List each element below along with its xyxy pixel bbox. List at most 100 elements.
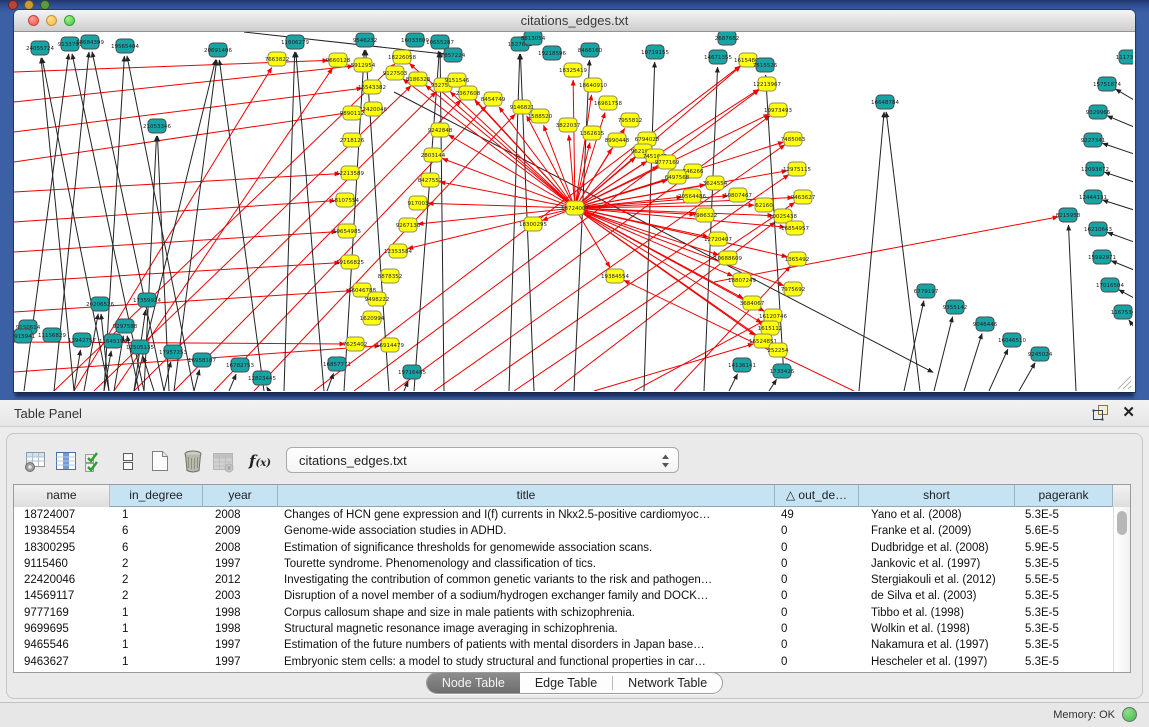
graph-node[interactable]: 7975692 [781, 282, 806, 296]
graph-node[interactable]: 16046510 [998, 333, 1026, 347]
graph-node[interactable]: 7986322 [693, 208, 718, 222]
graph-node[interactable]: 2687682 [715, 32, 740, 45]
graph-node[interactable]: 1365492 [785, 252, 810, 266]
graph-node[interactable]: 7485063 [781, 132, 806, 146]
tab-edge-table[interactable]: Edge Table [520, 673, 612, 693]
graph-node[interactable]: 8878352 [378, 269, 403, 283]
table-row[interactable]: 911546021997Tourette syndrome. Phenomeno… [14, 556, 1113, 572]
graph-node[interactable]: 9151546 [445, 73, 470, 87]
column-header-6[interactable]: pagerank [1015, 485, 1113, 507]
table-source-select[interactable]: citations_edges.txt [286, 447, 679, 473]
window-titlebar[interactable]: citations_edges.txt [14, 10, 1135, 32]
resize-grip-icon[interactable] [1118, 376, 1131, 389]
memory-ok-indicator[interactable] [1122, 707, 1137, 722]
graph-node[interactable]: 9463627 [791, 190, 816, 204]
graph-node[interactable]: 12720407 [704, 232, 732, 246]
graph-node[interactable]: 15751874 [1093, 77, 1121, 91]
graph-node[interactable]: 14136141 [728, 358, 756, 372]
graph-node[interactable]: 9242848 [428, 123, 453, 137]
show-columns-icon[interactable] [51, 446, 81, 476]
graph-node[interactable]: 9046446 [973, 317, 998, 331]
close-panel-icon[interactable]: ✕ [1122, 403, 1135, 421]
graph-node[interactable]: 10719155 [641, 45, 669, 59]
graph-node[interactable]: 16958107 [188, 353, 216, 367]
table-row[interactable]: 946554611997Estimation of the future num… [14, 637, 1113, 653]
graph-node[interactable]: 1588520 [528, 109, 553, 123]
graph-node[interactable]: 7857224 [441, 48, 466, 62]
graph-node[interactable]: 9146821 [510, 100, 535, 114]
column-header-3[interactable]: title [278, 485, 775, 507]
graph-node[interactable]: 10688609 [714, 251, 742, 265]
table-row[interactable]: 946362711997Embryonic stem cells: a mode… [14, 654, 1113, 670]
column-header-5[interactable]: short [859, 485, 1015, 507]
tab-network-table[interactable]: Network Table [613, 673, 722, 693]
graph-node[interactable]: 3822037 [556, 118, 581, 132]
graph-node[interactable]: 2367608 [456, 86, 481, 100]
table-mode-icon[interactable] [21, 446, 51, 476]
graph-node[interactable]: 12444131 [1079, 190, 1107, 204]
graph-node[interactable]: 19166825 [336, 255, 364, 269]
graph-node[interactable]: 12213589 [336, 166, 364, 180]
graph-node[interactable]: 917003 [408, 196, 429, 210]
function-builder-icon[interactable]: f(x) [245, 446, 275, 476]
graph-node[interactable]: 9127503 [383, 66, 408, 80]
graph-node[interactable]: 1167534 [1111, 305, 1133, 319]
app-zoom-icon[interactable] [40, 0, 50, 10]
graph-node[interactable]: 6779197 [914, 284, 939, 298]
graph-node[interactable]: 9777169 [655, 155, 680, 169]
float-panel-icon[interactable] [1092, 404, 1109, 426]
import-table-icon[interactable] [208, 446, 238, 476]
graph-node[interactable]: 18325419 [559, 63, 587, 77]
graph-node[interactable]: 16857771 [323, 357, 351, 371]
delete-table-icon[interactable] [178, 446, 208, 476]
app-minimize-icon[interactable] [24, 0, 34, 10]
graph-node[interactable]: 9546232 [353, 33, 378, 47]
graph-node[interactable]: 16782753 [226, 358, 254, 372]
graph-node[interactable]: 1733426 [770, 364, 795, 378]
column-header-1[interactable]: in_degree [110, 485, 203, 507]
table-row[interactable]: 977716911998Corpus callosum shape and si… [14, 605, 1113, 621]
table-row[interactable]: 1872400712008Changes of HCN gene express… [14, 507, 1113, 523]
graph-node[interactable]: 9329966 [1086, 105, 1111, 119]
graph-node[interactable]: 10655287 [426, 35, 454, 49]
graph-node[interactable]: 19565404 [111, 39, 139, 53]
graph-node[interactable]: 16648784 [871, 95, 899, 109]
stacked-cells-icon[interactable] [113, 446, 143, 476]
graph-node[interactable]: 11606279 [281, 35, 309, 49]
graph-node[interactable]: 8454749 [481, 92, 506, 106]
graph-node[interactable]: 9245024 [1028, 347, 1053, 361]
graph-node[interactable]: 9267130 [396, 218, 421, 232]
graph-node[interactable]: 8186328 [406, 72, 431, 86]
graph-node[interactable]: 7663822 [265, 52, 290, 66]
graph-node[interactable]: 16961758 [594, 96, 622, 110]
graph-node[interactable]: 62160 [755, 198, 773, 212]
graph-node[interactable]: 6497568 [665, 170, 690, 184]
graph-node[interactable]: 17016504 [1096, 278, 1124, 292]
graph-node[interactable]: 18640910 [579, 78, 607, 92]
graph-node[interactable]: 9355142 [943, 300, 968, 314]
table-row[interactable]: 1938455462009Genome-wide association stu… [14, 523, 1113, 539]
graph-node[interactable]: 18226058 [388, 50, 416, 64]
graph-node[interactable]: 16210643 [1084, 222, 1112, 236]
graph-node[interactable]: 252254 [768, 343, 789, 357]
graph-node[interactable]: 2803144 [421, 148, 446, 162]
scrollbar-thumb[interactable] [1117, 511, 1127, 535]
graph-node[interactable]: 9890112 [340, 106, 365, 120]
graph-node[interactable]: 3915941 [14, 329, 35, 343]
table-row[interactable]: 969969511998Structural magnetic resonanc… [14, 621, 1113, 637]
column-checklist-icon[interactable] [79, 446, 109, 476]
graph-node[interactable]: 12093872 [1081, 162, 1109, 176]
network-canvas[interactable]: 1872400718226058912750381863289327508915… [14, 32, 1133, 391]
graph-node[interactable]: 1615112 [758, 321, 783, 335]
network-graph-area[interactable]: 1872400718226058912750381863289327508915… [14, 32, 1133, 391]
graph-node[interactable]: 20691406 [204, 43, 232, 57]
graph-node[interactable]: 12823445 [248, 371, 276, 385]
graph-node[interactable]: 17957253 [159, 345, 187, 359]
graph-node[interactable]: 24055724 [26, 41, 54, 55]
graph-node[interactable]: 12975115 [783, 162, 811, 176]
graph-node[interactable]: 9498222 [365, 292, 390, 306]
graph-node[interactable]: 1362615 [580, 126, 605, 140]
graph-node[interactable]: 15992971 [1088, 250, 1116, 264]
table-scrollbar[interactable] [1113, 507, 1130, 672]
graph-node[interactable]: 19218596 [538, 46, 566, 60]
